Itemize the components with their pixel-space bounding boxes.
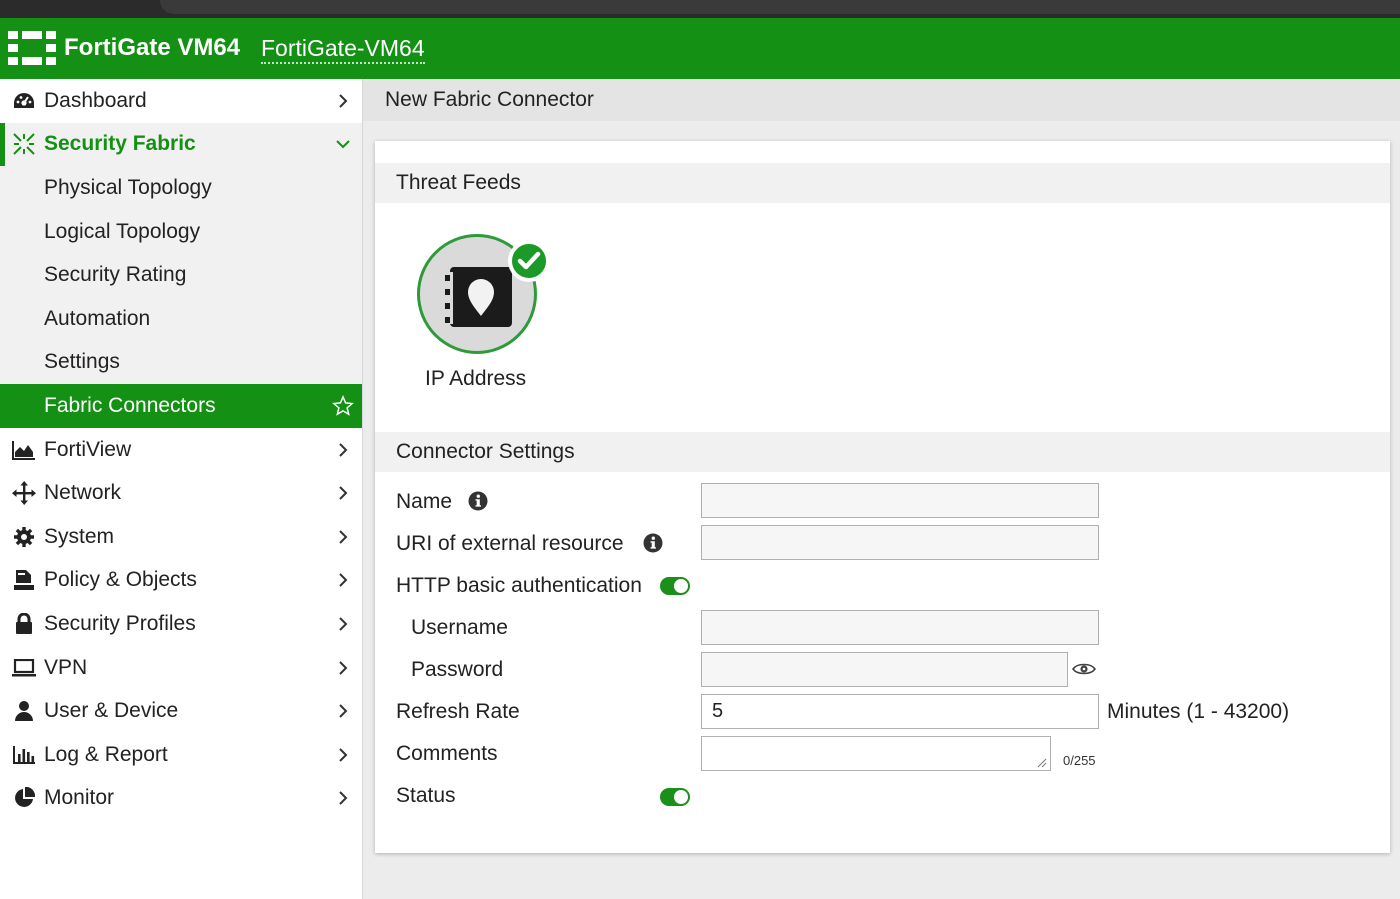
policy-icon xyxy=(12,568,36,592)
sidebar-item-label: Network xyxy=(44,481,122,505)
name-label: Name xyxy=(396,490,453,513)
refresh-rate-field[interactable] xyxy=(701,694,1099,729)
chevron-right-icon xyxy=(339,530,348,544)
show-password-eye-icon[interactable] xyxy=(1072,661,1096,677)
chevron-right-icon xyxy=(339,486,348,500)
chevron-right-icon xyxy=(339,704,348,718)
sidebar: Dashboard Security Fabric Physical Topol… xyxy=(0,79,363,899)
threat-feeds-header: Threat Feeds xyxy=(375,163,1390,203)
username-label: Username xyxy=(411,616,508,639)
hostname-link[interactable]: FortiGate-VM64 xyxy=(261,34,425,64)
sidebar-item-security-fabric[interactable]: Security Fabric xyxy=(0,122,362,167)
info-icon[interactable] xyxy=(643,533,663,553)
sidebar-item-label: User & Device xyxy=(44,699,179,723)
chevron-right-icon xyxy=(339,442,348,457)
sidebar-item-automation[interactable]: Automation xyxy=(0,296,362,341)
sidebar-item-label: Automation xyxy=(44,306,151,330)
sidebar-item-monitor[interactable]: Monitor xyxy=(0,777,362,821)
sidebar-item-policy-objects[interactable]: Policy & Objects xyxy=(0,559,362,603)
info-icon[interactable] xyxy=(468,491,488,511)
product-name: FortiGate VM64 xyxy=(64,34,241,61)
browser-tab-strip xyxy=(0,0,1400,18)
chevron-down-icon xyxy=(336,140,350,149)
user-icon xyxy=(12,699,36,723)
resize-grip-icon[interactable] xyxy=(1037,758,1047,768)
sidebar-item-label: Fabric Connectors xyxy=(44,393,216,417)
sidebar-item-label: Security Profiles xyxy=(44,611,196,635)
refresh-rate-label: Refresh Rate xyxy=(396,700,520,723)
sidebar-item-fortiview[interactable]: FortiView xyxy=(0,428,362,472)
bar-chart-icon xyxy=(12,743,36,767)
password-field[interactable] xyxy=(701,652,1068,687)
sidebar-item-label: Settings xyxy=(44,350,120,374)
sidebar-item-label: Policy & Objects xyxy=(44,568,197,592)
sidebar-item-label: FortiView xyxy=(44,437,132,461)
connector-form-card: Threat Feeds IP Address Connector Settin… xyxy=(375,141,1390,853)
sidebar-item-label: Physical Topology xyxy=(44,175,212,199)
gear-icon xyxy=(12,525,36,549)
sidebar-item-label: Dashboard xyxy=(44,88,147,112)
uri-label: URI of external resource xyxy=(396,532,624,555)
fortinet-logo-icon xyxy=(8,31,56,65)
http-auth-toggle[interactable] xyxy=(660,577,690,595)
name-field[interactable] xyxy=(701,483,1099,518)
security-fabric-icon xyxy=(12,132,36,156)
arrows-move-icon xyxy=(12,481,36,506)
status-toggle[interactable] xyxy=(660,788,690,806)
feed-label: IP Address xyxy=(425,367,527,390)
sidebar-item-log-report[interactable]: Log & Report xyxy=(0,733,362,777)
pie-chart-icon xyxy=(12,786,36,810)
top-bar: FortiGate VM64 FortiGate-VM64 xyxy=(0,18,1400,79)
chevron-right-icon xyxy=(339,660,348,675)
sidebar-item-settings[interactable]: Settings xyxy=(0,340,362,385)
browser-tab[interactable] xyxy=(160,0,1400,14)
selected-check-icon xyxy=(508,240,550,282)
chevron-right-icon xyxy=(339,94,348,108)
section-title: Threat Feeds xyxy=(396,171,521,194)
uri-field[interactable] xyxy=(701,525,1099,560)
refresh-rate-unit: Minutes (1 - 43200) xyxy=(1107,700,1290,723)
http-auth-label: HTTP basic authentication xyxy=(396,574,642,597)
sidebar-item-security-rating[interactable]: Security Rating xyxy=(0,253,362,297)
sidebar-item-physical-topology[interactable]: Physical Topology xyxy=(0,166,362,210)
username-field[interactable] xyxy=(701,610,1099,645)
comments-label: Comments xyxy=(396,742,498,765)
page-title: New Fabric Connector xyxy=(385,88,594,111)
lock-icon xyxy=(12,612,36,636)
sidebar-item-label: Monitor xyxy=(44,786,115,810)
page-header: New Fabric Connector xyxy=(363,79,1400,121)
sidebar-item-security-profiles[interactable]: Security Profiles xyxy=(0,602,362,646)
area-chart-icon xyxy=(12,438,36,462)
sidebar-item-system[interactable]: System xyxy=(0,515,362,559)
sidebar-item-label: Security Fabric xyxy=(44,132,196,156)
laptop-icon xyxy=(12,656,36,680)
dashboard-icon xyxy=(12,89,36,113)
sidebar-item-network[interactable]: Network xyxy=(0,471,362,515)
sidebar-item-user-device[interactable]: User & Device xyxy=(0,689,362,733)
sidebar-item-dashboard[interactable]: Dashboard xyxy=(0,79,362,123)
sidebar-item-label: VPN xyxy=(44,655,88,679)
sidebar-item-label: Log & Report xyxy=(44,742,168,766)
comments-char-counter: 0/255 xyxy=(1063,753,1096,768)
password-label: Password xyxy=(411,658,504,681)
chevron-right-icon xyxy=(339,747,348,762)
section-title: Connector Settings xyxy=(396,440,575,463)
status-label: Status xyxy=(396,784,456,807)
chevron-right-icon xyxy=(339,791,348,806)
sidebar-item-fabric-connectors[interactable]: Fabric Connectors xyxy=(0,384,362,428)
chevron-right-icon xyxy=(339,617,348,631)
sidebar-item-logical-topology[interactable]: Logical Topology xyxy=(0,209,362,254)
sidebar-item-vpn[interactable]: VPN xyxy=(0,646,362,690)
comments-field[interactable] xyxy=(701,736,1051,771)
sidebar-item-label: Security Rating xyxy=(44,263,187,287)
sidebar-item-label: Logical Topology xyxy=(44,219,201,243)
sidebar-item-label: System xyxy=(44,524,115,548)
chevron-right-icon xyxy=(339,573,348,588)
star-icon[interactable] xyxy=(332,394,354,417)
connector-settings-header: Connector Settings xyxy=(375,432,1390,472)
